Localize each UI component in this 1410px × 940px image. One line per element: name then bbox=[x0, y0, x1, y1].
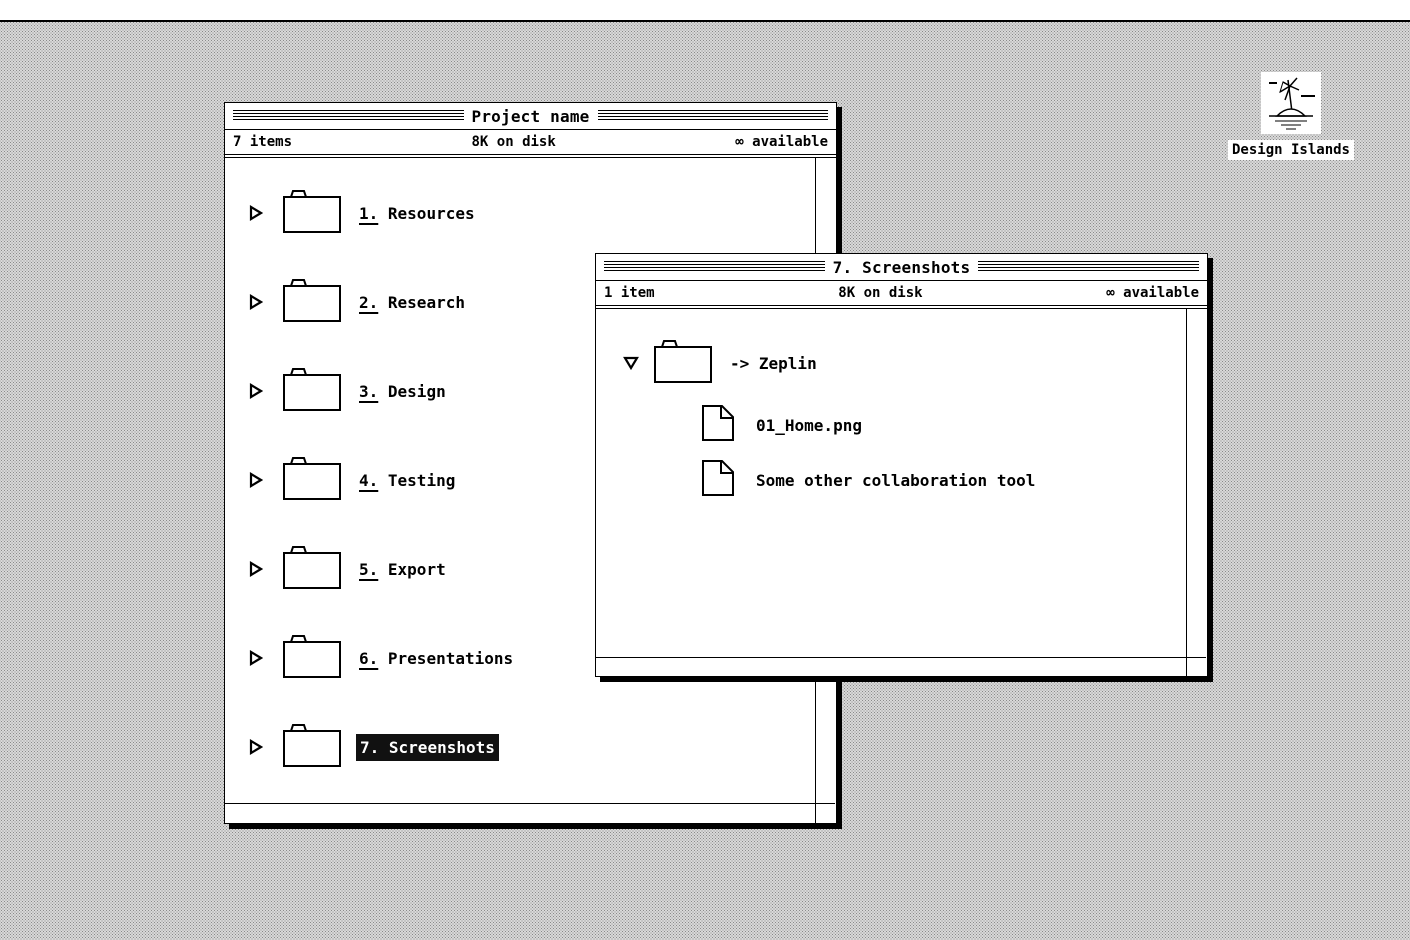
window-title: Project name bbox=[463, 106, 598, 126]
desktop-icon-label: Design Islands bbox=[1227, 140, 1354, 160]
disclosure-triangle-icon[interactable] bbox=[247, 293, 265, 311]
folder-icon[interactable] bbox=[283, 723, 341, 771]
disk-usage: 8K on disk bbox=[471, 134, 556, 150]
disclosure-triangle-icon[interactable] bbox=[247, 382, 265, 400]
disclosure-triangle-icon[interactable] bbox=[247, 204, 265, 222]
disk-usage: 8K on disk bbox=[838, 285, 923, 301]
item-label[interactable]: 5. Export bbox=[359, 560, 446, 579]
horizontal-scrollbar[interactable] bbox=[225, 803, 835, 804]
menu-bar bbox=[0, 0, 1410, 22]
list-item-research[interactable]: 2. Research bbox=[247, 278, 465, 326]
disclosure-triangle-icon[interactable] bbox=[247, 471, 265, 489]
desktop-icon-design-islands[interactable]: Design Islands bbox=[1226, 72, 1356, 160]
item-count: 1 item bbox=[604, 285, 655, 301]
folder-icon[interactable] bbox=[283, 456, 341, 504]
disclosure-triangle-open-icon[interactable] bbox=[622, 354, 640, 372]
list-item-export[interactable]: 5. Export bbox=[247, 545, 446, 593]
list-item-testing[interactable]: 4. Testing bbox=[247, 456, 455, 504]
window-title: 7. Screenshots bbox=[824, 257, 979, 277]
file-icon[interactable] bbox=[702, 405, 734, 445]
available-space: ∞ available bbox=[735, 134, 828, 150]
disclosure-triangle-icon[interactable] bbox=[247, 649, 265, 667]
item-label[interactable]: -> Zeplin bbox=[730, 354, 817, 373]
window-info-bar: 1 item 8K on disk ∞ available bbox=[596, 281, 1207, 309]
folder-icon[interactable] bbox=[283, 367, 341, 415]
list-item-screenshots[interactable]: 7. Screenshots bbox=[247, 723, 499, 771]
item-label[interactable]: 6. Presentations bbox=[359, 649, 513, 668]
list-item-zeplin[interactable]: -> Zeplin bbox=[622, 339, 817, 387]
folder-icon[interactable] bbox=[283, 634, 341, 682]
folder-icon[interactable] bbox=[283, 545, 341, 593]
disclosure-triangle-icon[interactable] bbox=[247, 560, 265, 578]
window-titlebar[interactable]: 7. Screenshots bbox=[596, 254, 1207, 281]
window-titlebar[interactable]: Project name bbox=[225, 103, 836, 130]
file-label[interactable]: Some other collaboration tool bbox=[756, 471, 1035, 490]
file-label[interactable]: 01_Home.png bbox=[756, 416, 862, 435]
window-info-bar: 7 items 8K on disk ∞ available bbox=[225, 130, 836, 158]
available-space: ∞ available bbox=[1106, 285, 1199, 301]
folder-icon[interactable] bbox=[654, 339, 712, 387]
folder-icon[interactable] bbox=[283, 189, 341, 237]
vertical-scrollbar[interactable] bbox=[1186, 309, 1187, 676]
item-label-selected[interactable]: 7. Screenshots bbox=[356, 733, 499, 761]
list-item-presentations[interactable]: 6. Presentations bbox=[247, 634, 513, 682]
folder-icon[interactable] bbox=[283, 278, 341, 326]
horizontal-scrollbar[interactable] bbox=[596, 657, 1206, 658]
file-item[interactable]: Some other collaboration tool bbox=[702, 460, 1035, 500]
item-label[interactable]: 3. Design bbox=[359, 382, 446, 401]
disclosure-triangle-icon[interactable] bbox=[247, 738, 265, 756]
window-screenshots[interactable]: 7. Screenshots 1 item 8K on disk ∞ avail… bbox=[595, 253, 1208, 677]
island-icon bbox=[1261, 72, 1321, 134]
list-item-resources[interactable]: 1. Resources bbox=[247, 189, 475, 237]
file-icon[interactable] bbox=[702, 460, 734, 500]
item-label[interactable]: 1. Resources bbox=[359, 204, 475, 223]
file-item[interactable]: 01_Home.png bbox=[702, 405, 862, 445]
list-item-design[interactable]: 3. Design bbox=[247, 367, 446, 415]
item-label[interactable]: 4. Testing bbox=[359, 471, 455, 490]
item-label[interactable]: 2. Research bbox=[359, 293, 465, 312]
item-count: 7 items bbox=[233, 134, 293, 150]
